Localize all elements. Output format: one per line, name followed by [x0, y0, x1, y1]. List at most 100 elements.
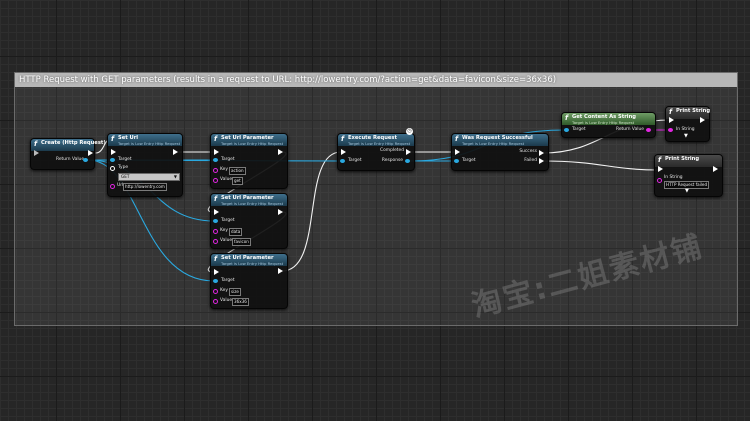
value-input[interactable]: 36x36: [232, 298, 249, 306]
node-header: f Set Url Parameter Target is Low Entry …: [211, 194, 287, 206]
exec-out-pin[interactable]: [278, 149, 283, 155]
expand-arrow-icon[interactable]: ▼: [684, 133, 688, 139]
target-pin[interactable]: [213, 158, 218, 162]
key-pin[interactable]: [213, 229, 218, 234]
get-content-as-string-node[interactable]: f Get Content As String Target is Low En…: [561, 112, 656, 138]
exec-out-pin[interactable]: [173, 149, 178, 155]
key-input[interactable]: data: [229, 228, 243, 236]
exec-in-pin[interactable]: [214, 209, 219, 215]
node-subtitle: Target is Low Entry Http Request: [462, 141, 525, 146]
target-label: Target: [572, 127, 586, 132]
exec-out-pin[interactable]: [278, 268, 283, 274]
node-subtitle: Target is Low Entry Http Request: [221, 261, 284, 266]
return-value-pin[interactable]: [646, 128, 651, 132]
exec-wire-failed-print[interactable]: [542, 160, 659, 171]
node-subtitle: Target is Low Entry Http Request: [572, 120, 635, 125]
key-label: Key: [220, 288, 228, 293]
chevron-down-icon: ▼: [173, 174, 177, 179]
target-pin[interactable]: [564, 128, 569, 132]
success-exec-pin[interactable]: [539, 150, 544, 156]
type-pin[interactable]: [110, 166, 115, 171]
target-label: Target: [348, 158, 362, 163]
type-dropdown[interactable]: GET ▼: [118, 173, 180, 181]
value-pin[interactable]: [213, 239, 218, 244]
expand-arrow-icon[interactable]: ▼: [685, 188, 689, 194]
function-icon: f: [341, 135, 345, 143]
key-input[interactable]: action: [229, 167, 246, 175]
node-subtitle: Target is Low Entry Http Request: [221, 141, 284, 146]
exec-in-pin[interactable]: [214, 269, 219, 275]
target-pin[interactable]: [213, 219, 218, 223]
node-header: f Create (Http Request): [31, 139, 106, 151]
key-pin[interactable]: [213, 289, 218, 294]
node-title: Print String: [665, 156, 700, 162]
exec-in-pin[interactable]: [669, 117, 674, 123]
function-icon: f: [669, 108, 673, 116]
target-pin[interactable]: [213, 279, 218, 283]
node-header: f Print String: [655, 155, 722, 167]
node-subtitle: Target is Low Entry Http Request: [348, 141, 411, 146]
in-string-pin[interactable]: [657, 178, 662, 183]
value-pin[interactable]: [213, 178, 218, 183]
success-label: Success: [519, 149, 537, 154]
key-label: Key: [220, 167, 228, 172]
exec-in-pin[interactable]: [658, 166, 663, 172]
target-pin[interactable]: [110, 158, 115, 162]
function-icon: f: [658, 156, 662, 164]
function-icon: f: [214, 135, 218, 143]
completed-label: Completed: [380, 148, 404, 153]
exec-out-pin[interactable]: [88, 150, 93, 156]
exec-in-pin[interactable]: [34, 150, 39, 156]
exec-out-pin[interactable]: [278, 209, 283, 215]
exec-out-pin[interactable]: [713, 166, 718, 172]
target-label: Target: [462, 158, 476, 163]
value-input[interactable]: get: [232, 177, 243, 185]
function-icon: f: [565, 114, 569, 122]
target-label: Target: [221, 157, 235, 162]
value-label: Value: [220, 298, 233, 303]
exec-in-pin[interactable]: [111, 149, 116, 155]
value-pin[interactable]: [213, 299, 218, 304]
node-header: f Execute Request Target is Low Entry Ht…: [338, 134, 414, 146]
in-string-pin[interactable]: [668, 128, 673, 132]
node-subtitle: Target is Low Entry Http Request: [221, 201, 284, 206]
node-subtitle: Target is Low Entry Http Request: [118, 141, 181, 146]
node-title: Print String: [676, 108, 711, 114]
exec-in-pin[interactable]: [214, 149, 219, 155]
node-title: Create (Http Request): [41, 140, 106, 146]
response-label: Response: [381, 158, 403, 163]
completed-exec-pin[interactable]: [406, 149, 411, 155]
target-label: Target: [221, 278, 235, 283]
wire-layer: [87, 119, 671, 282]
function-icon: f: [111, 135, 115, 143]
return-value-pin[interactable]: [83, 158, 88, 162]
exec-in-pin[interactable]: [455, 149, 460, 155]
node-header: f Set Url Target is Low Entry Http Reque…: [108, 134, 182, 146]
key-input[interactable]: size: [229, 288, 241, 296]
url-input[interactable]: http://lowentry.com: [123, 183, 167, 191]
target-pin[interactable]: [454, 159, 459, 163]
create-http-request-node[interactable]: f Create (Http Request): [30, 138, 106, 170]
latent-clock-icon: ◷: [406, 128, 413, 135]
failed-label: Failed: [524, 158, 537, 163]
key-pin[interactable]: [213, 168, 218, 173]
exec-in-pin[interactable]: [341, 149, 346, 155]
target-pin[interactable]: [340, 159, 345, 163]
return-value-label: Return Value: [56, 157, 85, 162]
url-pin[interactable]: [110, 184, 115, 189]
exec-wire-param3-execute[interactable]: [281, 151, 342, 272]
value-label: Value: [220, 238, 233, 243]
response-pin[interactable]: [405, 159, 410, 163]
failed-exec-pin[interactable]: [539, 158, 544, 164]
type-label: Type: [118, 165, 129, 170]
function-icon: f: [214, 255, 218, 263]
value-label: Value: [220, 177, 233, 182]
node-header: f Set Url Parameter Target is Low Entry …: [211, 254, 287, 266]
target-label: Target: [221, 218, 235, 223]
type-dropdown-value: GET: [121, 174, 130, 179]
function-icon: f: [214, 195, 218, 203]
key-label: Key: [220, 228, 228, 233]
value-input[interactable]: favicon: [232, 238, 251, 246]
function-icon: f: [455, 135, 459, 143]
exec-out-pin[interactable]: [700, 117, 705, 123]
